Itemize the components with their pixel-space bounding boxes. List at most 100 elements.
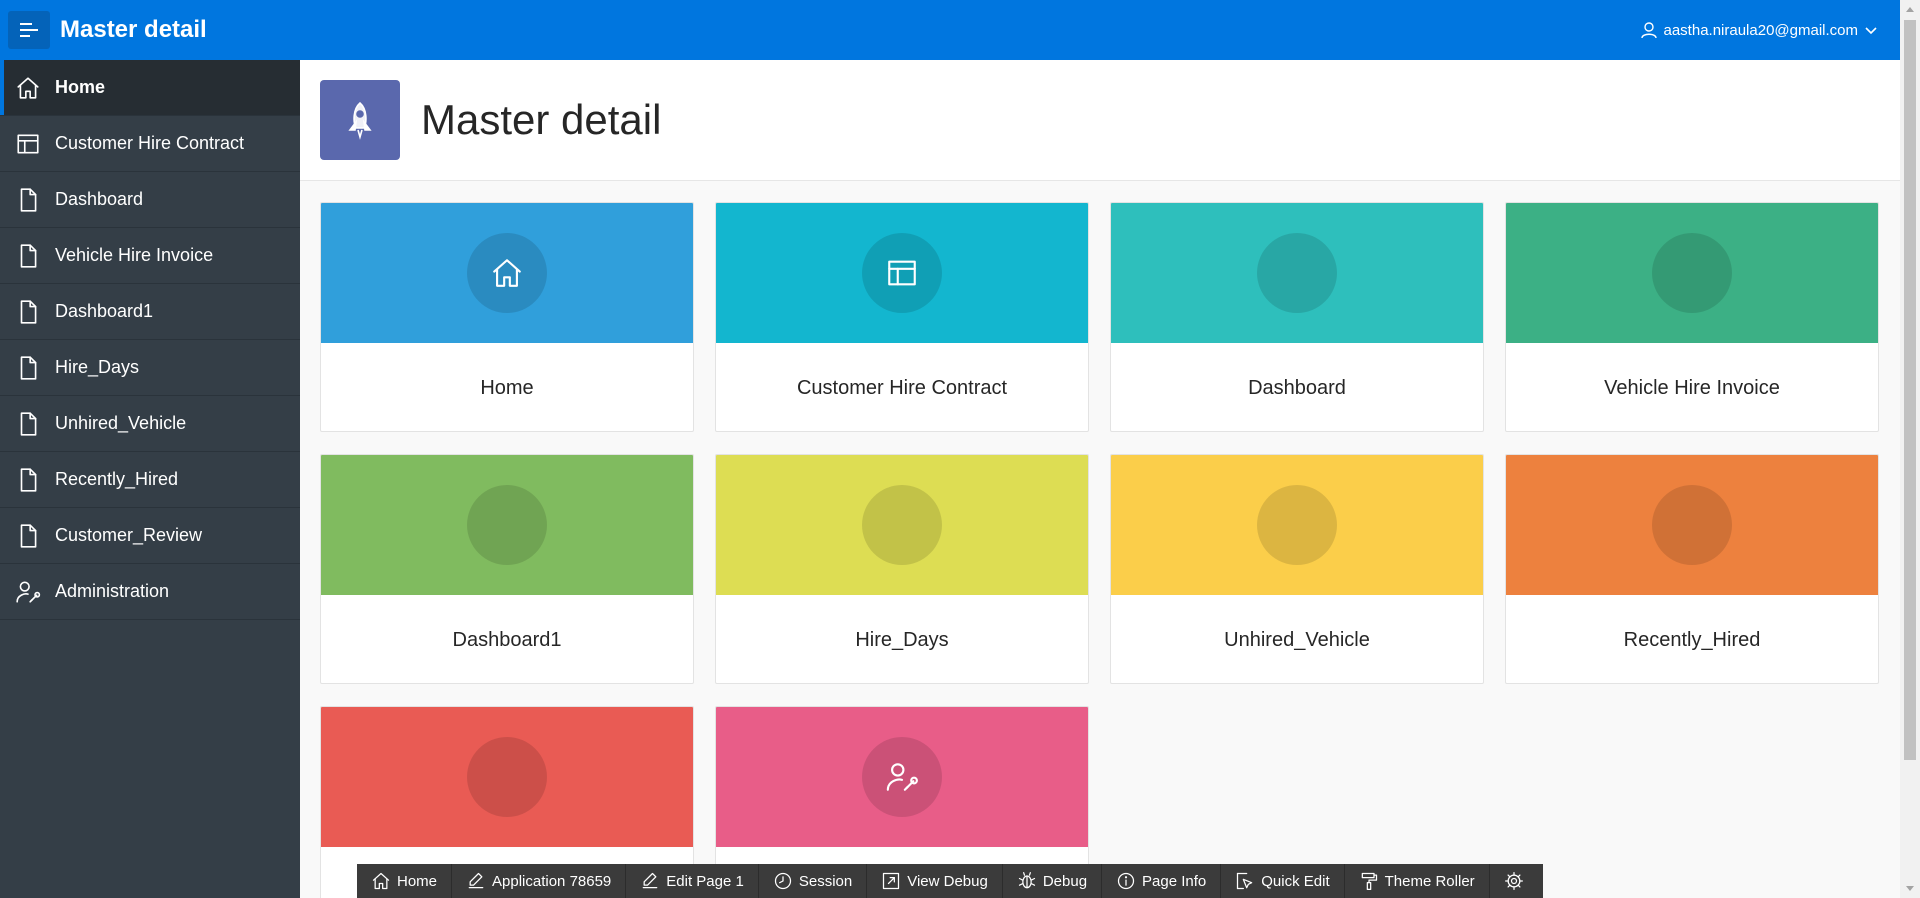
- card-icon-circle: [1257, 233, 1337, 313]
- devbar-quick-edit-button[interactable]: Quick Edit: [1221, 864, 1345, 898]
- devbar-theme-roller-button[interactable]: Theme Roller: [1345, 864, 1490, 898]
- user-menu[interactable]: aastha.niraula20@gmail.com: [1640, 0, 1879, 60]
- card-banner: [321, 455, 693, 595]
- devbar-label: Session: [798, 872, 853, 890]
- devbar-application-78659-button[interactable]: Application 78659: [452, 864, 627, 898]
- card-customer-hire-contract[interactable]: Customer Hire Contract: [715, 202, 1089, 432]
- card-dashboard1[interactable]: Dashboard1: [320, 454, 694, 684]
- table-icon: [14, 130, 42, 158]
- hero-region: Master detail: [300, 60, 1900, 181]
- main-content: Master detail Home Customer Hire Contract…: [300, 60, 1900, 898]
- card-home[interactable]: Home: [320, 202, 694, 432]
- card-label: Vehicle Hire Invoice: [1604, 377, 1780, 399]
- card-recently-hired[interactable]: Recently_Hired: [1505, 454, 1879, 684]
- file-icon: [14, 522, 42, 550]
- card-label: Unhired_Vehicle: [1224, 629, 1370, 651]
- sidebar-item-dashboard[interactable]: Dashboard: [0, 172, 300, 228]
- sidebar-item-unhired-vehicle[interactable]: Unhired_Vehicle: [0, 396, 300, 452]
- page-title: Master detail: [421, 96, 662, 143]
- sidebar-item-customer-review[interactable]: Customer_Review: [0, 508, 300, 564]
- sidebar-nav: Home Customer Hire Contract Dashboard Vehic…: [0, 60, 300, 898]
- devbar-label: Edit Page 1: [666, 872, 744, 890]
- devbar-view-debug-button[interactable]: View Debug: [867, 864, 1003, 898]
- card-banner: [1506, 455, 1878, 595]
- home-icon: [371, 871, 391, 891]
- sidebar-item-label: Vehicle Hire Invoice: [55, 245, 214, 265]
- edit-icon: [466, 871, 486, 891]
- devbar-label: Home: [397, 872, 438, 890]
- quick-edit-icon: [1235, 871, 1255, 891]
- paint-roller-icon: [1359, 871, 1379, 891]
- home-icon: [14, 74, 42, 102]
- chevron-down-icon: [1865, 27, 1877, 35]
- file-icon: [14, 298, 42, 326]
- card-banner: [716, 455, 1088, 595]
- scroll-down-arrow[interactable]: [1900, 880, 1920, 898]
- scroll-thumb[interactable]: [1904, 20, 1916, 760]
- hero-rocket-badge: [320, 80, 400, 160]
- edit-icon: [640, 871, 660, 891]
- user-icon: [1640, 22, 1657, 39]
- devbar-label: Theme Roller: [1384, 872, 1475, 890]
- top-header: Master detail aastha.niraula20@gmail.com: [0, 0, 1900, 60]
- sidebar-item-label: Customer_Review: [55, 525, 203, 545]
- devbar-session-button[interactable]: Session: [759, 864, 868, 898]
- page-scrollbar[interactable]: [1900, 0, 1920, 898]
- hamburger-menu-button[interactable]: [8, 11, 50, 49]
- card-label: Home: [480, 377, 534, 399]
- file-icon: [14, 242, 42, 270]
- card-banner: [1111, 203, 1483, 343]
- info-icon: [1116, 871, 1136, 891]
- sidebar-item-label: Unhired_Vehicle: [55, 413, 187, 433]
- devbar-home-button[interactable]: Home: [357, 864, 453, 898]
- card-banner: [321, 203, 693, 343]
- app-title[interactable]: Master detail: [60, 0, 207, 60]
- card-banner: [716, 203, 1088, 343]
- bug-icon: [1017, 871, 1037, 891]
- devbar-label: View Debug: [907, 872, 988, 890]
- card-dashboard[interactable]: Dashboard: [1110, 202, 1484, 432]
- card-banner: [321, 707, 693, 847]
- scroll-up-arrow[interactable]: [1900, 0, 1920, 18]
- card-label: Customer Hire Contract: [796, 377, 1008, 399]
- sidebar-item-label: Dashboard1: [55, 301, 154, 321]
- sidebar-item-dashboard1[interactable]: Dashboard1: [0, 284, 300, 340]
- sidebar-item-customer-hire-contract[interactable]: Customer Hire Contract: [0, 116, 300, 172]
- devbar-label: Debug: [1042, 872, 1088, 890]
- hamburger-menu-icon: [20, 23, 38, 37]
- sidebar-item-label: Hire_Days: [55, 357, 140, 377]
- card-icon-circle: [1257, 485, 1337, 565]
- devbar-settings-button[interactable]: [1490, 864, 1538, 898]
- devbar-label: Page Info: [1142, 872, 1207, 890]
- devbar-label: Quick Edit: [1261, 872, 1330, 890]
- card-label: Dashboard: [1248, 377, 1346, 399]
- card-banner: [716, 707, 1088, 847]
- user-wrench-icon: [14, 578, 42, 606]
- card-vehicle-hire-invoice[interactable]: Vehicle Hire Invoice: [1505, 202, 1879, 432]
- devbar-edit-page-1-button[interactable]: Edit Page 1: [626, 864, 759, 898]
- card-unhired-vehicle[interactable]: Unhired_Vehicle: [1110, 454, 1484, 684]
- card-icon-circle: [862, 485, 942, 565]
- gear-icon: [1504, 871, 1524, 891]
- card-icon-circle: [467, 485, 547, 565]
- file-icon: [14, 354, 42, 382]
- rocket-icon: [348, 101, 372, 140]
- sidebar-item-hire-days[interactable]: Hire_Days: [0, 340, 300, 396]
- devbar-debug-button[interactable]: Debug: [1003, 864, 1103, 898]
- card-hire-days[interactable]: Hire_Days: [715, 454, 1089, 684]
- sidebar-item-vehicle-hire-invoice[interactable]: Vehicle Hire Invoice: [0, 228, 300, 284]
- sidebar-item-administration[interactable]: Administration: [0, 564, 300, 620]
- file-icon: [14, 186, 42, 214]
- card-icon-circle: [1652, 485, 1732, 565]
- session-icon: [773, 871, 793, 891]
- devbar-label: Application 78659: [492, 872, 612, 890]
- sidebar-item-recently-hired[interactable]: Recently_Hired: [0, 452, 300, 508]
- devbar-page-info-button[interactable]: Page Info: [1102, 864, 1222, 898]
- developer-toolbar: Home Application 78659 Edit Page 1 Session V…: [357, 864, 1543, 898]
- sidebar-item-home[interactable]: Home: [0, 60, 300, 116]
- user-email: aastha.niraula20@gmail.com: [1663, 21, 1859, 39]
- card-icon-circle: [1652, 233, 1732, 313]
- sidebar-item-label: Home: [55, 77, 106, 97]
- file-icon: [14, 466, 42, 494]
- table-icon: [862, 233, 942, 313]
